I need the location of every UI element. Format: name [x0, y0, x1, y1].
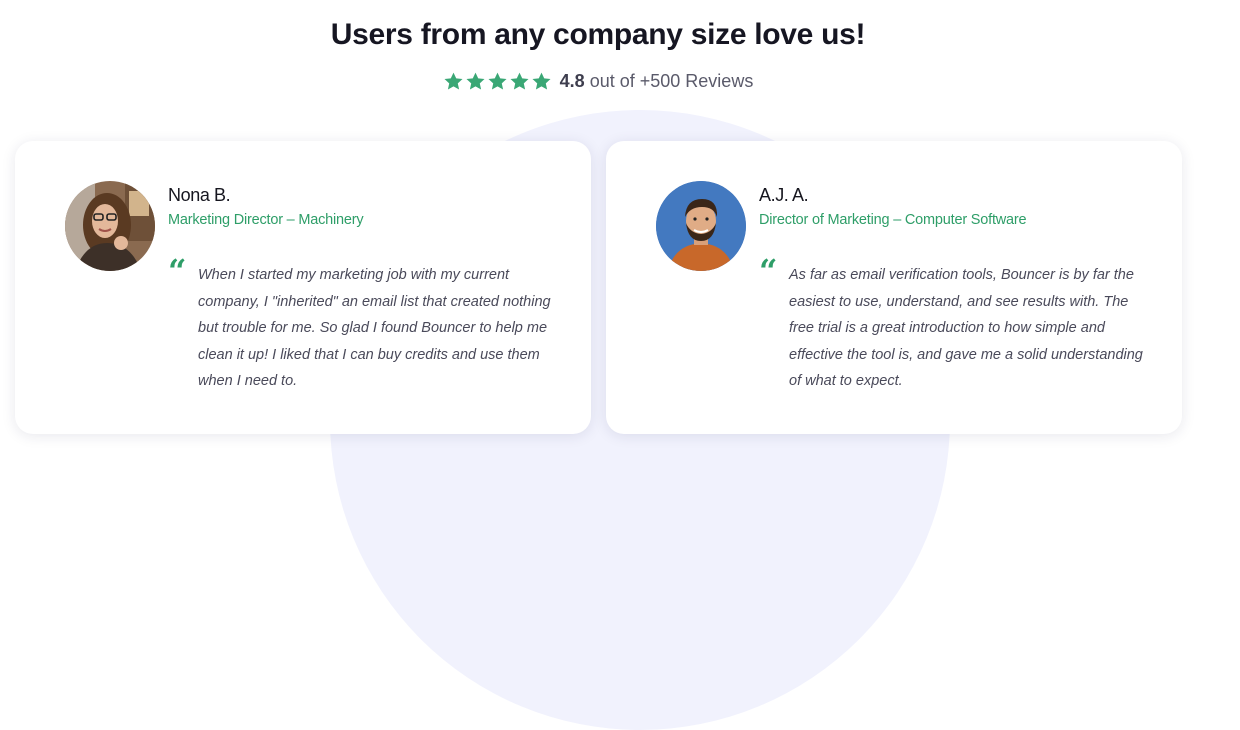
quote-icon: “ — [168, 252, 187, 290]
testimonial-name: Nona B. — [168, 185, 231, 205]
testimonial-quote: As far as email verification tools, Boun… — [789, 267, 1143, 389]
testimonial-card: Nona B. Marketing Director – Machinery “… — [15, 141, 591, 434]
star-icon — [444, 72, 463, 90]
woman-avatar-icon — [65, 181, 155, 271]
star-icon — [510, 72, 529, 90]
star-icon — [466, 72, 485, 90]
rating-stars — [443, 71, 552, 92]
star-icon — [532, 72, 551, 90]
star-icon — [488, 72, 507, 90]
section-heading: Users from any company size love us! — [330, 18, 866, 51]
testimonial-role: Director of Marketing – Computer Softwar… — [759, 212, 1027, 228]
testimonial-role: Marketing Director – Machinery — [168, 212, 364, 228]
testimonial-card: A.J. A. Director of Marketing – Computer… — [606, 141, 1182, 434]
quote-icon: “ — [759, 252, 778, 290]
rating-score: 4.8 — [559, 71, 585, 91]
rating-text: 4.8 out of +500 Reviews — [560, 70, 754, 92]
rating-summary: 4.8 out of +500 Reviews — [0, 70, 1196, 92]
testimonial-quote: When I started my marketing job with my … — [198, 267, 551, 389]
testimonial-name: A.J. A. — [759, 185, 809, 205]
man-avatar-icon — [656, 181, 746, 271]
rating-suffix: out of +500 Reviews — [589, 71, 754, 91]
